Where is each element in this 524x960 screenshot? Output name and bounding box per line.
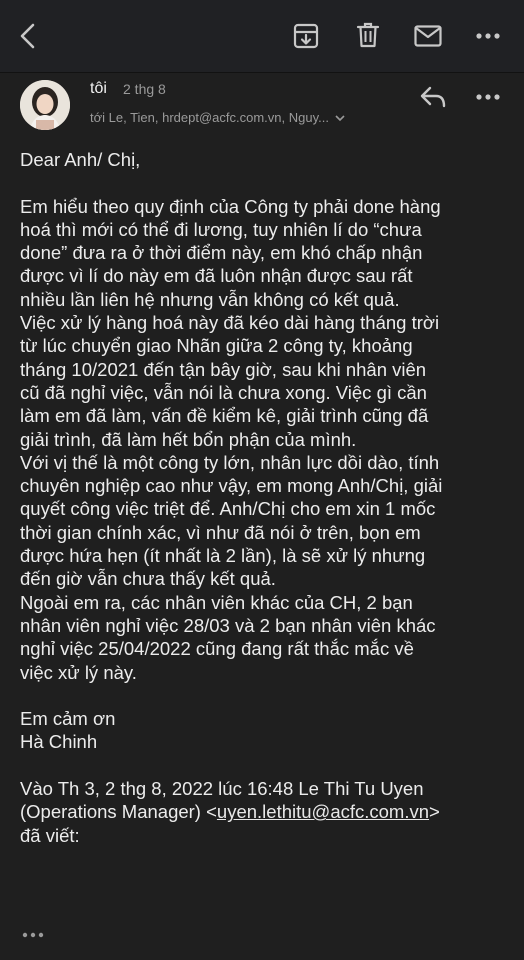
body-line: hoá thì mới có thể đi lương, tuy nhiên l… (20, 218, 422, 240)
body-line: Việc xử lý hàng hoá này đã kéo dài hàng … (20, 312, 440, 334)
recipients-text: tới Le, Tien, hrdept@acfc.com.vn, Nguy..… (90, 110, 329, 125)
body-line: Em hiểu theo quy định của Công ty phải d… (20, 195, 441, 217)
reply-icon[interactable] (420, 86, 446, 108)
body-line: việc xử lý này. (20, 661, 137, 683)
body-line: đến giờ vẫn chưa thấy kết quả. (20, 568, 276, 590)
closing-thanks: Em cảm ơn (20, 708, 116, 730)
trash-icon[interactable] (356, 21, 380, 49)
body-line: từ lúc chuyển giao Nhãn giữa 2 công ty, … (20, 335, 413, 357)
body-line: được vì lí do này em đã luôn nhận được s… (20, 265, 413, 287)
body-line: nhân viên nghỉ việc 28/03 và 2 bạn nhân … (20, 614, 436, 636)
body-line: chuyên nghiệp cao như vậy, em mong Anh/C… (20, 475, 443, 497)
body-line: Với vị thế là một công ty lớn, nhân lực … (20, 451, 440, 473)
envelope-icon[interactable] (414, 25, 442, 47)
body-line: Ngoài em ra, các nhân viên khác của CH, … (20, 591, 413, 613)
message-body: Dear Anh/ Chị, Em hiểu theo quy định của… (20, 148, 510, 847)
quote-header-line: Vào Th 3, 2 thg 8, 2022 lúc 16:48 Le Thi… (20, 778, 424, 800)
chevron-down-icon (335, 110, 345, 125)
ellipsis-icon[interactable] (22, 925, 44, 943)
signature: Hà Chinh (20, 731, 98, 753)
recipients-toggle[interactable]: tới Le, Tien, hrdept@acfc.com.vn, Nguy..… (90, 110, 345, 125)
body-line: được hứa hẹn (ít nhất là 2 lần), là sẽ x… (20, 545, 426, 567)
body-line: nhiều lần liên hệ nhưng vẫn không có kết… (20, 288, 400, 310)
quote-header-line: (Operations Manager) <uyen.lethitu@acfc.… (20, 800, 510, 823)
greeting: Dear Anh/ Chị, (20, 149, 141, 170)
body-line: làm em đã làm, vấn đề kiểm kê, giải trìn… (20, 405, 429, 427)
archive-icon[interactable] (293, 23, 319, 49)
quoted-email-link[interactable]: uyen.lethitu@acfc.com.vn (217, 801, 429, 822)
quote-header-text: (Operations Manager) < (20, 801, 217, 823)
body-line: nghỉ việc 25/04/2022 cũng đang rất thắc … (20, 638, 414, 660)
message-date: 2 thg 8 (123, 81, 166, 97)
body-line: cũ đã nghỉ việc, vẫn nói là chưa xong. V… (20, 381, 427, 403)
avatar[interactable] (20, 80, 70, 130)
message-more-icon[interactable] (476, 93, 500, 101)
body-line: done” đưa ra ở thời điểm này, em khó chấ… (20, 242, 423, 264)
body-line: thời gian chính xác, vì như đã nói ở trê… (20, 521, 421, 543)
body-line: quyết công việc triệt để. Anh/Chị cho em… (20, 498, 436, 520)
quote-header-text: > (429, 801, 440, 823)
more-horizontal-icon[interactable] (476, 32, 500, 40)
sender-name: tôi (90, 80, 107, 97)
chevron-left-icon[interactable] (16, 22, 40, 50)
body-line: giải trình, đã làm hết bổn phận của mình… (20, 428, 357, 450)
body-line: tháng 10/2021 đến tận bây giờ, sau khi n… (20, 358, 427, 380)
quote-header-line: đã viết: (20, 824, 80, 846)
toolbar (0, 0, 524, 73)
